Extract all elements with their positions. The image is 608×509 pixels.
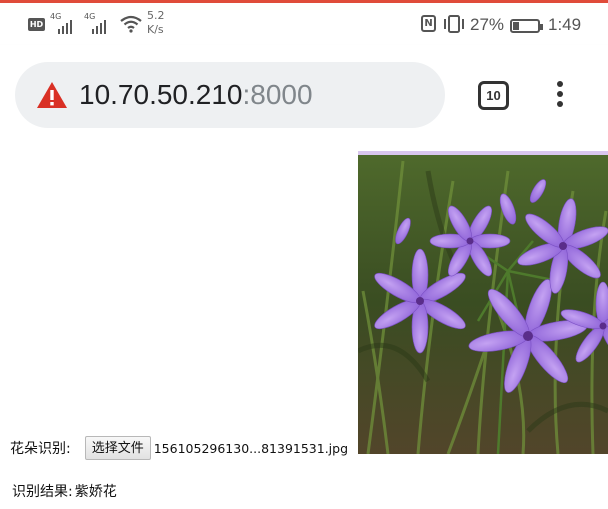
- network-speed-value: 5.2: [147, 9, 165, 22]
- signal-bars: [92, 20, 106, 34]
- vibrate-icon: [444, 15, 464, 33]
- flower-photo: [358, 151, 608, 454]
- choose-file-button[interactable]: 选择文件: [84, 436, 151, 460]
- browser-toolbar: 10.70.50.210:8000 10: [0, 45, 608, 145]
- recognition-result: 识别结果: 紫娇花: [10, 481, 117, 501]
- nfc-icon: N: [421, 15, 436, 32]
- wifi-icon: [120, 15, 142, 33]
- cell-signal-icon: 4G: [50, 12, 76, 34]
- url-port: :8000: [242, 79, 313, 110]
- address-bar[interactable]: 10.70.50.210:8000: [15, 62, 445, 128]
- hd-badge: HD: [28, 18, 45, 31]
- signal-bars: [58, 20, 72, 34]
- tab-switcher-button[interactable]: 10: [478, 81, 509, 110]
- upload-label: 花朵识别:: [10, 441, 71, 457]
- not-secure-warning-icon[interactable]: [36, 81, 68, 109]
- overflow-menu-button[interactable]: [553, 81, 567, 111]
- page-content: 花朵识别: 选择文件 156105296130...81391531.jpg 识…: [0, 145, 608, 509]
- status-bar: HD 4G 4G 5.2 K/s N 27% 1:49: [0, 3, 608, 45]
- url-text[interactable]: 10.70.50.210:8000: [79, 80, 313, 110]
- clock: 1:49: [548, 15, 582, 34]
- flower-upload-row: 花朵识别: 选择文件 156105296130...81391531.jpg: [10, 435, 348, 461]
- network-speed-unit: K/s: [147, 23, 164, 36]
- result-label: 识别结果:: [12, 484, 73, 500]
- cell-signal-icon: 4G: [84, 12, 110, 34]
- network-speed: 5.2 K/s: [147, 9, 165, 37]
- selected-file-name: 156105296130...81391531.jpg: [153, 440, 349, 456]
- battery-percent: 27%: [470, 15, 505, 34]
- battery-icon: [510, 19, 543, 33]
- battery-level-fill: [513, 22, 519, 30]
- result-value: 紫娇花: [74, 484, 117, 500]
- url-host: 10.70.50.210: [79, 79, 243, 110]
